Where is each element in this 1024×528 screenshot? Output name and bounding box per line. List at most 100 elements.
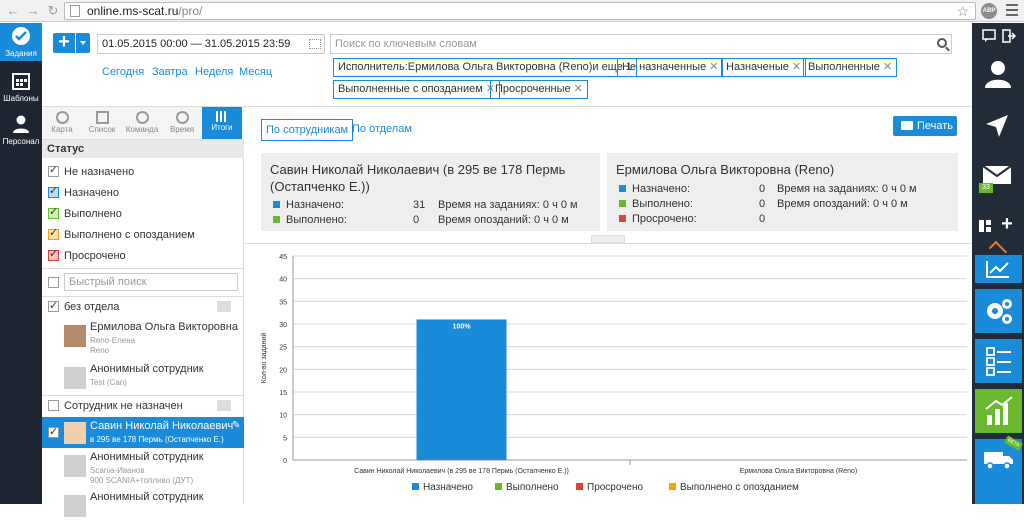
divider xyxy=(42,395,244,396)
done-value: 0 xyxy=(413,214,420,226)
close-icon[interactable]: ✕ xyxy=(574,83,583,95)
status-completed-late-checkbox[interactable]: Выполнено с опозданием xyxy=(48,227,195,242)
calendar-picker-icon[interactable] xyxy=(309,39,321,49)
checklist-tile[interactable] xyxy=(975,339,1022,383)
print-button[interactable]: Печать xyxy=(893,116,957,136)
nav-staff[interactable]: Персонал xyxy=(0,111,42,149)
bookmark-star-icon[interactable]: ☆ xyxy=(956,3,969,19)
date-range-input[interactable]: 01.05.2015 00:00 — 31.05.2015 23:59 xyxy=(97,34,325,54)
filter-chip-unassigned[interactable]: Не назначенные ✕ xyxy=(617,58,724,77)
filter-chip-assigned[interactable]: Назначеные ✕ xyxy=(721,58,807,77)
person-sub2: Reno xyxy=(90,346,110,355)
list-icon xyxy=(95,111,109,124)
checkbox[interactable] xyxy=(48,299,59,312)
back-arrow-icon[interactable]: ← xyxy=(4,2,22,20)
reload-icon[interactable]: ↻ xyxy=(44,2,62,20)
range-month-link[interactable]: Месяц xyxy=(239,66,272,78)
nav-templates[interactable]: Шаблоны xyxy=(0,68,42,106)
checkbox[interactable] xyxy=(48,248,59,261)
nav-templates-label: Шаблоны xyxy=(3,94,39,103)
tab-by-employees[interactable]: По сотрудникам xyxy=(261,119,354,141)
checkbox[interactable] xyxy=(48,400,59,411)
comment-icon[interactable] xyxy=(217,400,231,411)
filter-chip-completed-late[interactable]: Выполненные с опозданием ✕ xyxy=(333,80,500,99)
keyword-search-input[interactable]: Поиск по ключевым словам xyxy=(330,34,952,54)
list-item-anonymous-test[interactable]: Анонимный сотрудник Test (Can) xyxy=(42,360,244,400)
filter-chip-overdue[interactable]: Просроченные ✕ xyxy=(490,80,588,99)
legend-label: Просрочено xyxy=(587,482,644,493)
edit-pencil-icon[interactable]: ✎ xyxy=(232,420,240,431)
time-late: Время опозданий: 0 ч 0 м xyxy=(438,214,569,227)
reports-tile[interactable] xyxy=(975,389,1022,433)
y-axis-label: Кол-во заданий xyxy=(260,333,268,384)
group-no-department[interactable]: без отдела xyxy=(48,299,119,313)
user-profile-icon[interactable] xyxy=(982,57,1014,89)
tab-time[interactable]: Время xyxy=(162,107,202,139)
search-icon[interactable] xyxy=(937,38,947,48)
person-name: Анонимный сотрудник xyxy=(90,363,204,375)
close-icon[interactable]: ✕ xyxy=(709,61,718,73)
checkbox[interactable] xyxy=(48,227,59,240)
adblock-icon[interactable]: ABP xyxy=(981,3,997,19)
add-dropdown-button[interactable] xyxy=(76,33,90,53)
collapse-handle[interactable] xyxy=(591,235,625,243)
forward-arrow-icon[interactable]: → xyxy=(24,2,42,20)
browser-menu-icon[interactable] xyxy=(1006,4,1018,16)
quick-search-input[interactable]: Быстрый поиск xyxy=(64,273,238,291)
chat-icon[interactable] xyxy=(982,29,996,43)
legend-swatch xyxy=(619,215,626,222)
close-icon[interactable]: ✕ xyxy=(792,61,801,73)
checkbox[interactable] xyxy=(48,206,59,219)
add-task-button[interactable]: + xyxy=(53,32,75,53)
range-tomorrow-link[interactable]: Завтра xyxy=(152,66,188,78)
status-completed-checkbox[interactable]: Выполнено xyxy=(48,206,122,221)
list-item-ermilova[interactable]: Ермилова Ольга Викторовна Reno-Елена Reno xyxy=(42,318,244,358)
status-label: Просрочено xyxy=(64,250,126,262)
y-tick-label: 0 xyxy=(283,458,287,465)
tab-team[interactable]: Команда xyxy=(122,107,162,139)
bar xyxy=(416,319,507,460)
tab-label: Карта xyxy=(51,125,73,134)
nav-tasks[interactable]: Задания xyxy=(0,23,42,61)
time-tasks-value: 0 ч 0 м xyxy=(881,183,917,195)
tab-list[interactable]: Список xyxy=(82,107,122,139)
overdue-value: 0 xyxy=(759,213,766,225)
address-bar[interactable]: online.ms-scat.ru/pro/ ☆ xyxy=(64,2,976,20)
tab-by-departments[interactable]: По отделам xyxy=(352,123,412,135)
list-item-savin[interactable]: Савин Николай Николаевич ✎ в 295 ве 178 … xyxy=(42,417,244,448)
fleet-tile[interactable]: BETA xyxy=(975,435,1023,504)
select-all-checkbox[interactable] xyxy=(48,277,59,288)
range-week-link[interactable]: Неделя xyxy=(195,66,233,78)
logout-icon[interactable] xyxy=(1002,29,1016,43)
group-unassigned-employee[interactable]: Сотрудник не назначен xyxy=(48,400,183,412)
layout-icon[interactable] xyxy=(978,219,992,233)
checkbox[interactable] xyxy=(48,185,59,198)
person-sub: Reno-Елена Reno xyxy=(90,336,135,356)
checkbox[interactable] xyxy=(48,164,59,177)
filter-chip-completed[interactable]: Выполненные ✕ xyxy=(803,58,898,77)
y-tick-label: 10 xyxy=(279,413,287,420)
time-late-value: 0 ч 0 м xyxy=(873,198,908,210)
settings-tile[interactable] xyxy=(975,289,1022,333)
list-item-anonymous-scania[interactable]: Анонимный сотрудник Scania-Иванов 900 SCA… xyxy=(42,448,244,488)
status-unassigned-checkbox[interactable]: Не назначено xyxy=(48,164,134,179)
assigned-row: Назначено: xyxy=(273,199,344,212)
add-widget-icon[interactable]: + xyxy=(998,213,1016,235)
comment-icon[interactable] xyxy=(217,301,231,312)
tab-label: Время xyxy=(169,125,195,134)
tab-totals[interactable]: Итоги xyxy=(202,107,242,139)
range-today-link[interactable]: Сегодня xyxy=(102,66,144,78)
status-assigned-checkbox[interactable]: Назначено xyxy=(48,185,119,200)
chart-line-icon xyxy=(986,261,1009,278)
checkbox[interactable] xyxy=(48,425,59,438)
status-overdue-checkbox[interactable]: Просрочено xyxy=(48,248,126,263)
navigation-arrow-icon[interactable] xyxy=(984,113,1010,139)
tab-map[interactable]: Карта xyxy=(42,107,82,139)
assigned-value: 31 xyxy=(413,199,426,211)
filter-chip-executor[interactable]: Исполнитель:Ермилова Ольга Викторовна (R… xyxy=(333,58,637,77)
close-icon[interactable]: ✕ xyxy=(883,61,892,73)
list-item-anonymous[interactable]: Анонимный сотрудник xyxy=(42,488,244,528)
search-placeholder: Поиск по ключевым словам xyxy=(335,38,477,50)
person-icon xyxy=(13,115,29,133)
analytics-tile[interactable] xyxy=(975,255,1022,283)
